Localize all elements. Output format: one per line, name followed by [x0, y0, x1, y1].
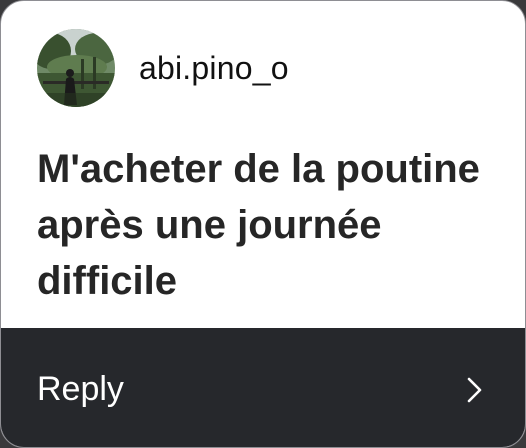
message-text: M'acheter de la poutine après une journé…: [37, 147, 480, 303]
reply-label: Reply: [37, 370, 124, 408]
chevron-right-icon: [467, 377, 483, 403]
message-card: abi.pino_o M'acheter de la poutine après…: [0, 0, 526, 448]
avatar-photo-icon: [37, 29, 115, 107]
post-header: abi.pino_o: [37, 29, 289, 107]
avatar[interactable]: [37, 29, 115, 107]
reply-button[interactable]: Reply: [1, 328, 525, 447]
username[interactable]: abi.pino_o: [139, 50, 289, 87]
